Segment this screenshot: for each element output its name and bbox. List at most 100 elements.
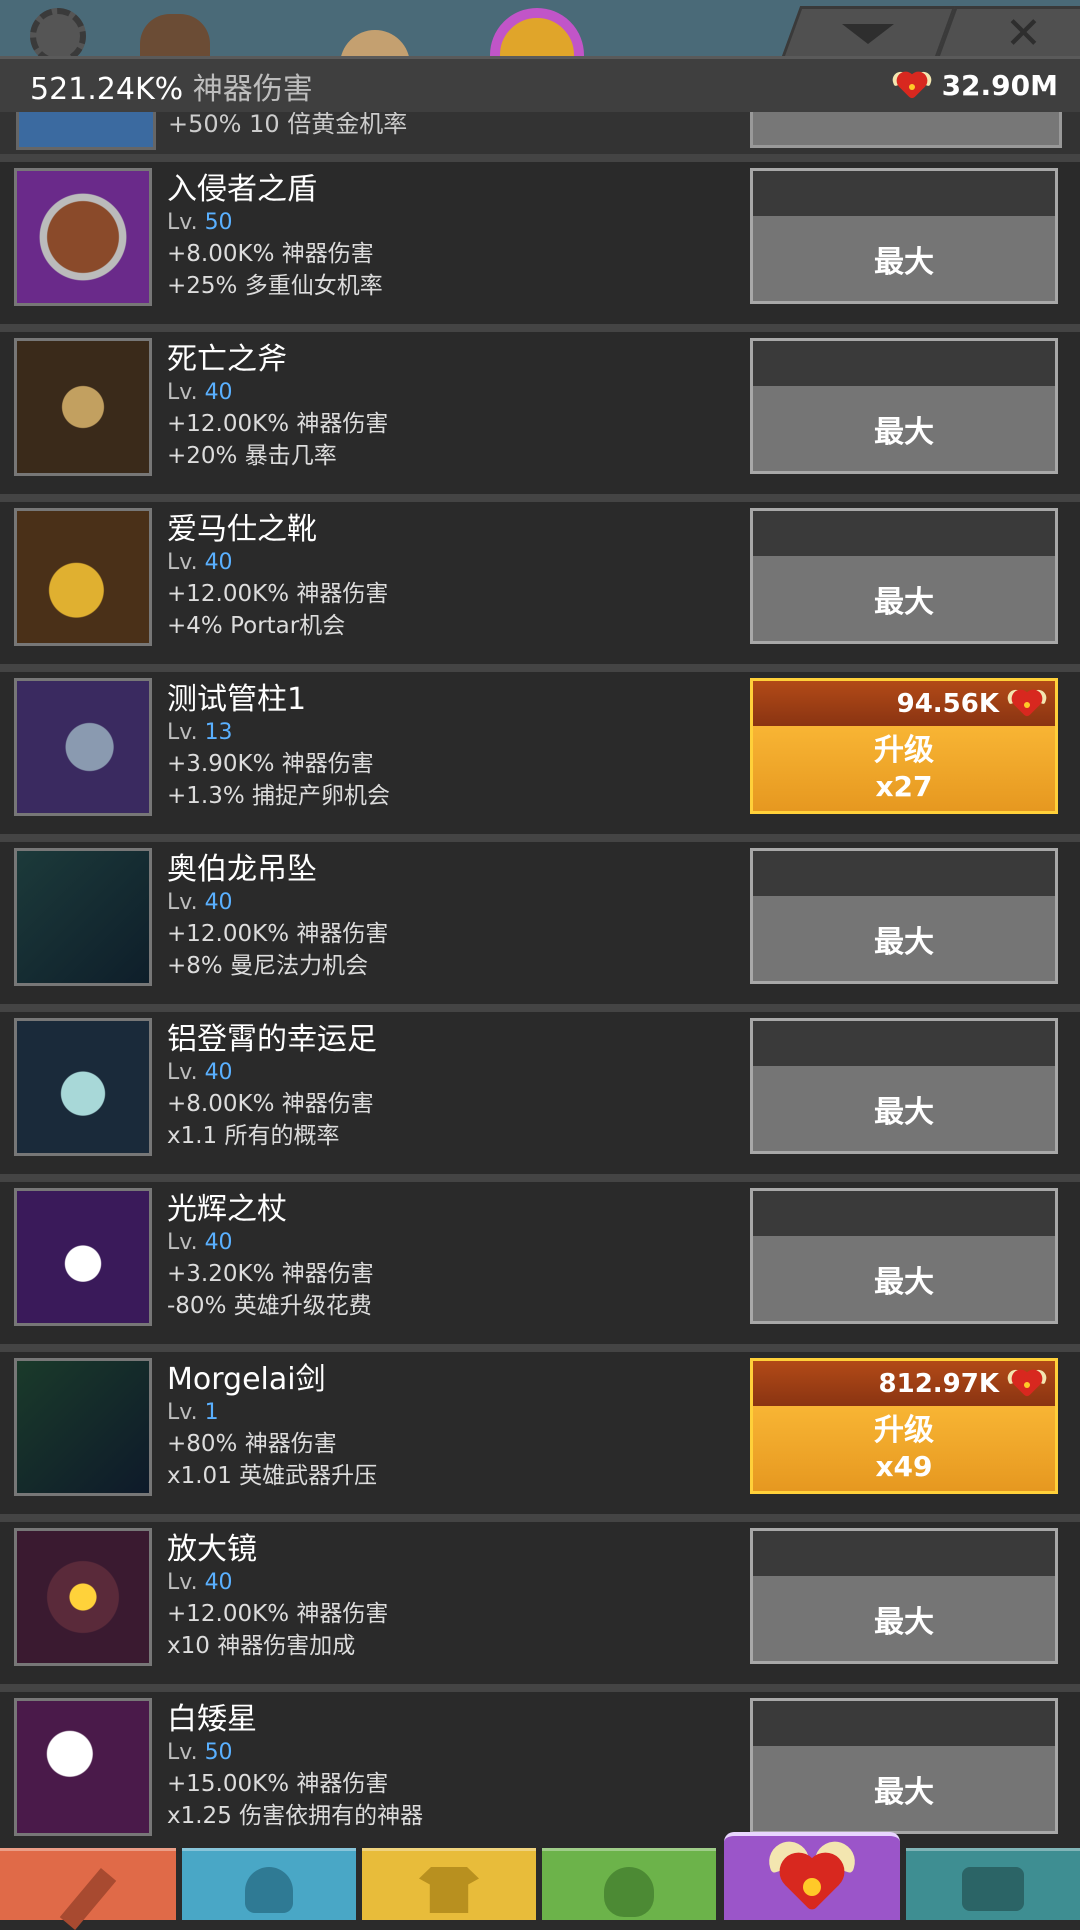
collapse-panel-button[interactable] bbox=[779, 6, 957, 56]
gauntlet-icon[interactable] bbox=[14, 678, 152, 816]
artifact-level: Lv. 1 bbox=[167, 1398, 737, 1428]
relic-icon bbox=[889, 69, 934, 102]
bottom-tab-bar bbox=[0, 1832, 1080, 1930]
button-label-area: 最大 bbox=[753, 1746, 1055, 1831]
artifact-row: 放大镜 Lv. 40 +12.00K% 神器伤害 x10 神器伤害加成 最大 bbox=[0, 1514, 1080, 1684]
artifact-effect-secondary: +8% 曼尼法力机会 bbox=[167, 953, 369, 979]
artifact-row: 白矮星 Lv. 50 +15.00K% 神器伤害 x1.25 伤害依拥有的神器 … bbox=[0, 1684, 1080, 1854]
max-button[interactable]: 最大 bbox=[750, 338, 1058, 474]
level-prefix: Lv. bbox=[167, 890, 198, 915]
damage-value: 521.24K% bbox=[30, 71, 184, 107]
level-prefix: Lv. bbox=[167, 720, 198, 745]
button-label: 最大 bbox=[874, 244, 934, 280]
artifact-row: Morgelai剑 Lv. 1 +80% 神器伤害 x1.01 英雄武器升压 8… bbox=[0, 1344, 1080, 1514]
artifact-level: Lv. 50 bbox=[167, 208, 737, 238]
tab-artifacts[interactable] bbox=[724, 1832, 900, 1920]
settings-gear-icon[interactable] bbox=[30, 8, 86, 56]
level-prefix: Lv. bbox=[167, 1570, 198, 1595]
artifact-name: Morgelai剑 bbox=[167, 1362, 326, 1397]
level-value: 40 bbox=[204, 1060, 233, 1085]
level-prefix: Lv. bbox=[167, 550, 198, 575]
damage-label: 神器伤害 bbox=[192, 71, 313, 107]
helmet-icon bbox=[245, 1867, 293, 1913]
upgrade-cost bbox=[753, 1021, 1055, 1066]
button-label-area: 最大 bbox=[753, 1236, 1055, 1321]
button-label: 最大 bbox=[874, 1774, 934, 1810]
button-label-area: 最大 bbox=[753, 386, 1055, 471]
tab-pets[interactable] bbox=[542, 1848, 716, 1920]
upgrade-cost bbox=[753, 1531, 1055, 1576]
artifact-effect-primary: +8.00K% 神器伤害 bbox=[167, 241, 374, 267]
button-label: 最大 bbox=[874, 1094, 934, 1130]
button-label-area: 升级 x27 bbox=[753, 726, 1055, 811]
pendant-icon[interactable] bbox=[14, 848, 152, 986]
artifact-effect-secondary: x1.1 所有的概率 bbox=[167, 1123, 340, 1149]
max-button[interactable]: 最大 bbox=[750, 848, 1058, 984]
level-prefix: Lv. bbox=[167, 210, 198, 235]
upgrade-cost bbox=[753, 511, 1055, 556]
button-label: 升级 bbox=[874, 1412, 934, 1448]
button-label-area: 升级 x49 bbox=[753, 1406, 1055, 1491]
artifact-effect-secondary: -80% 英雄升级花费 bbox=[167, 1293, 372, 1319]
upgrade-multiplier: x27 bbox=[875, 769, 933, 803]
artifact-info: 爱马仕之靴 Lv. 40 +12.00K% 神器伤害 +4% Portar机会 bbox=[167, 512, 737, 642]
boots-icon[interactable] bbox=[14, 508, 152, 646]
clan-icon[interactable] bbox=[140, 14, 210, 56]
artifact-effect-secondary: +20% 暴击几率 bbox=[167, 443, 337, 469]
partial-list-item: +50% 10 倍黄金机率 bbox=[0, 112, 1080, 154]
staff-icon[interactable] bbox=[14, 1188, 152, 1326]
relic-icon bbox=[1005, 1367, 1049, 1400]
upgrade-cost bbox=[753, 1191, 1055, 1236]
max-button[interactable]: 最大 bbox=[750, 1188, 1058, 1324]
artifact-effect-primary: +3.20K% 神器伤害 bbox=[167, 1261, 374, 1287]
hero-icon[interactable] bbox=[340, 30, 410, 56]
max-button[interactable]: 最大 bbox=[750, 1698, 1058, 1834]
artifact-name: 铝登霄的幸运足 bbox=[167, 1022, 377, 1057]
artifact-level: Lv. 40 bbox=[167, 1568, 737, 1598]
button-label: 最大 bbox=[874, 1264, 934, 1300]
level-value: 40 bbox=[204, 1570, 233, 1595]
artifact-effect-primary: +80% 神器伤害 bbox=[167, 1431, 337, 1457]
chest-icon bbox=[962, 1867, 1024, 1911]
hammer-icon[interactable] bbox=[14, 1698, 152, 1836]
artifact-name: 爱马仕之靴 bbox=[167, 512, 317, 547]
max-button[interactable]: 最大 bbox=[750, 168, 1058, 304]
tab-hero[interactable] bbox=[0, 1848, 176, 1930]
max-button[interactable]: 最大 bbox=[750, 1528, 1058, 1664]
upgrade-cost bbox=[753, 171, 1055, 216]
partial-button[interactable] bbox=[750, 112, 1062, 148]
max-button[interactable]: 最大 bbox=[750, 1018, 1058, 1154]
artifact-info: 死亡之斧 Lv. 40 +12.00K% 神器伤害 +20% 暴击几率 bbox=[167, 342, 737, 472]
level-prefix: Lv. bbox=[167, 380, 198, 405]
upgrade-button[interactable]: 812.97K 升级 x49 bbox=[750, 1358, 1058, 1494]
skill-orb-icon[interactable] bbox=[490, 8, 584, 56]
sword-icon[interactable] bbox=[14, 1358, 152, 1496]
tab-shop[interactable] bbox=[906, 1848, 1080, 1920]
artifact-row: 铝登霄的幸运足 Lv. 40 +8.00K% 神器伤害 x1.1 所有的概率 最… bbox=[0, 1004, 1080, 1174]
lucky-foot-icon[interactable] bbox=[14, 1018, 152, 1156]
artifact-name: 入侵者之盾 bbox=[167, 172, 317, 207]
upgrade-button[interactable]: 94.56K 升级 x27 bbox=[750, 678, 1058, 814]
cost-value: 94.56K bbox=[896, 688, 999, 719]
upgrade-cost: 94.56K bbox=[753, 681, 1055, 726]
level-value: 40 bbox=[204, 380, 233, 405]
artifact-effect-secondary: +25% 多重仙女机率 bbox=[167, 273, 383, 299]
max-button[interactable]: 最大 bbox=[750, 508, 1058, 644]
close-panel-button[interactable]: ✕ bbox=[934, 6, 1080, 56]
magnifier-icon[interactable] bbox=[14, 1528, 152, 1666]
level-prefix: Lv. bbox=[167, 1060, 198, 1085]
relic-count: 32.90M bbox=[941, 69, 1058, 102]
level-prefix: Lv. bbox=[167, 1400, 198, 1425]
artifact-level: Lv. 40 bbox=[167, 1228, 737, 1258]
cost-value: 812.97K bbox=[878, 1368, 999, 1399]
axe-icon[interactable] bbox=[14, 338, 152, 476]
sword-icon bbox=[59, 1868, 117, 1930]
button-label: 最大 bbox=[874, 1604, 934, 1640]
tab-heroes[interactable] bbox=[182, 1848, 356, 1920]
artifacts-header: 521.24K% 神器伤害 32.90M bbox=[0, 56, 1080, 112]
artifact-info: 入侵者之盾 Lv. 50 +8.00K% 神器伤害 +25% 多重仙女机率 bbox=[167, 172, 737, 302]
artifact-effect-secondary: +4% Portar机会 bbox=[167, 613, 346, 639]
tab-equipment[interactable] bbox=[362, 1848, 536, 1920]
upgrade-multiplier: x49 bbox=[875, 1449, 933, 1483]
shield-icon[interactable] bbox=[14, 168, 152, 306]
